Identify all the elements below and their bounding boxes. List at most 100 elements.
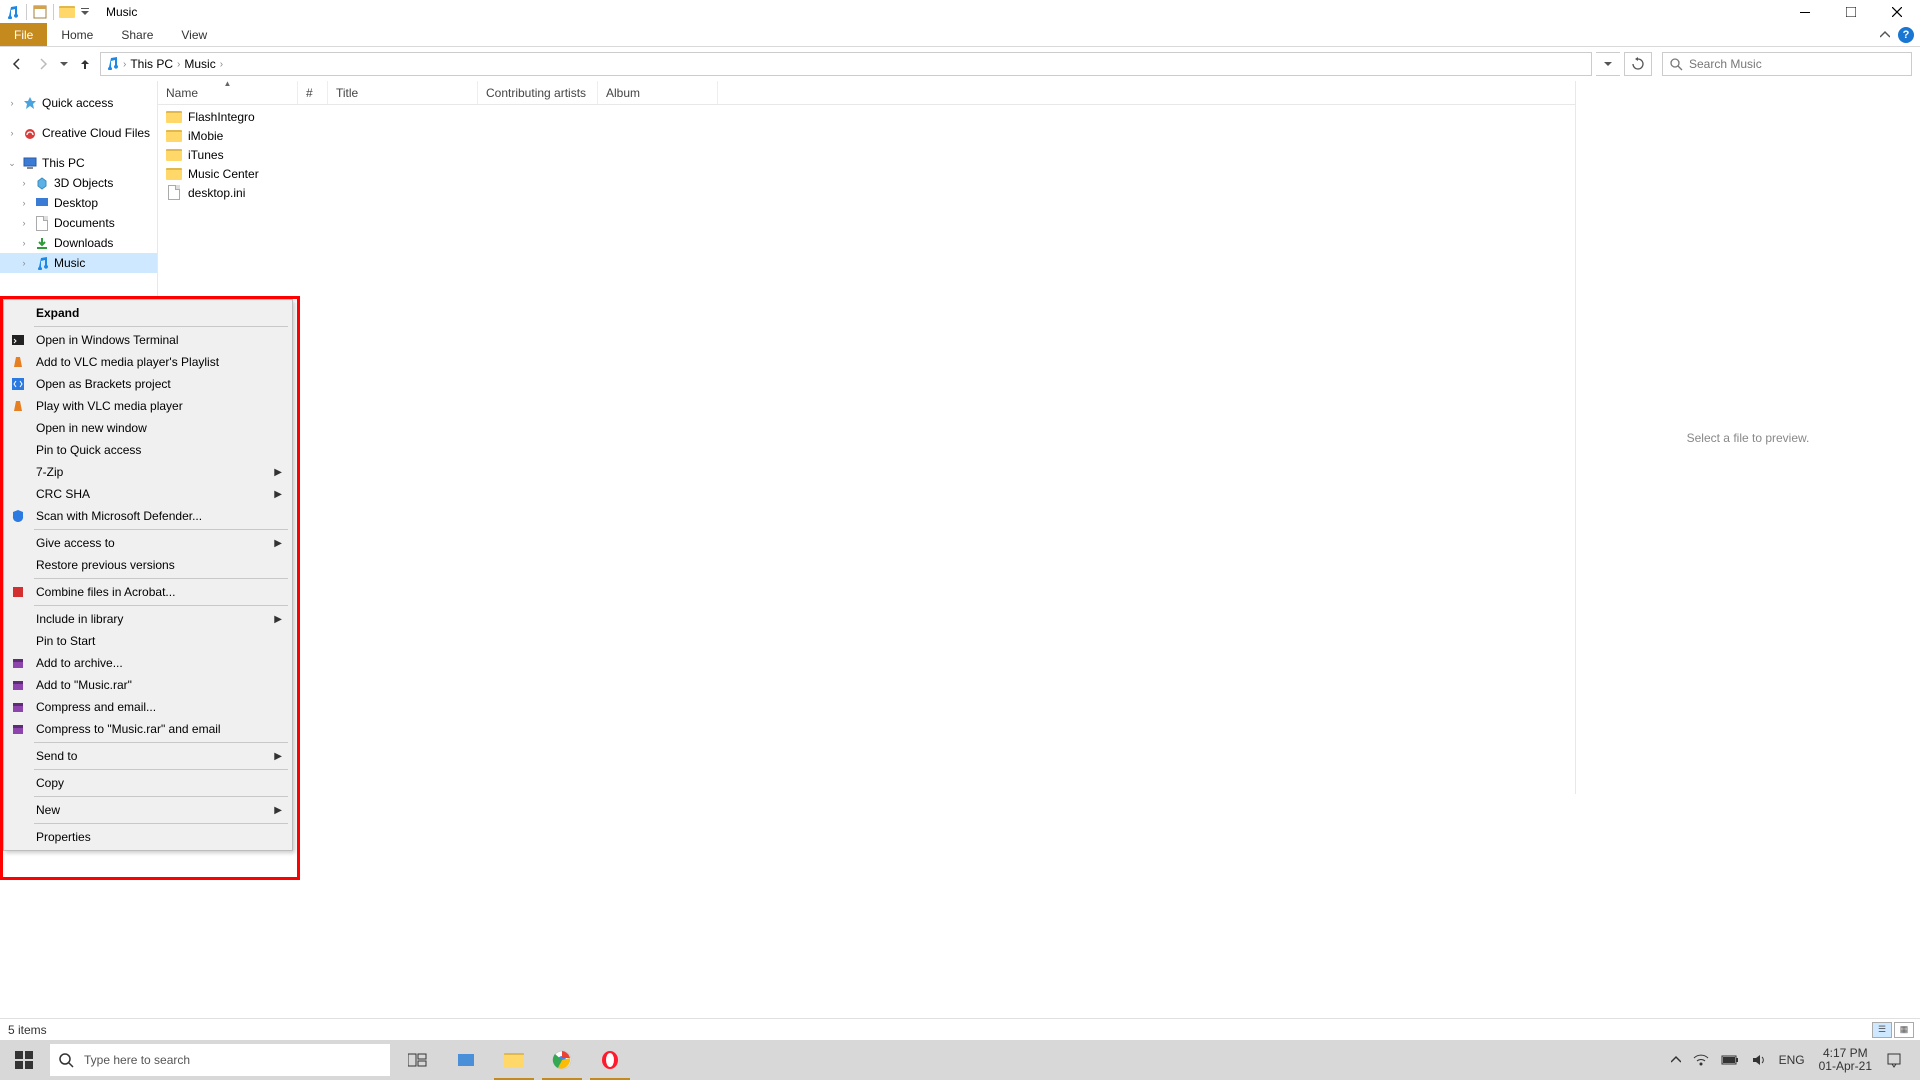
column-name[interactable]: Name▲ (158, 81, 298, 104)
cm-compress-email[interactable]: Compress and email... (6, 696, 290, 718)
tree-label: 3D Objects (54, 176, 113, 190)
chrome-taskbar-icon[interactable] (538, 1040, 586, 1080)
forward-button[interactable] (32, 53, 54, 75)
task-view-button[interactable] (394, 1040, 442, 1080)
search-box[interactable]: Search Music (1662, 52, 1912, 76)
submenu-arrow-icon: ▶ (274, 751, 282, 762)
tree-desktop[interactable]: ›Desktop (0, 193, 157, 213)
cm-add-vlc-playlist[interactable]: Add to VLC media player's Playlist (6, 351, 290, 373)
tree-3d-objects[interactable]: ›3D Objects (0, 173, 157, 193)
tab-file[interactable]: File (0, 23, 47, 46)
minimize-button[interactable] (1782, 0, 1828, 23)
cm-crc-sha[interactable]: CRC SHA▶ (6, 483, 290, 505)
file-explorer-taskbar-icon[interactable] (490, 1040, 538, 1080)
battery-icon[interactable] (1715, 1040, 1745, 1080)
cm-play-vlc[interactable]: Play with VLC media player (6, 395, 290, 417)
taskbar-icon[interactable] (442, 1040, 490, 1080)
winrar-icon (10, 721, 26, 737)
cm-pin-start[interactable]: Pin to Start (6, 630, 290, 652)
file-name: iTunes (188, 148, 224, 162)
separator (53, 4, 54, 20)
tree-label: Music (54, 256, 85, 270)
file-row[interactable]: iMobie (158, 126, 1575, 145)
tab-share[interactable]: Share (107, 23, 167, 46)
help-button[interactable]: ? (1898, 23, 1914, 47)
address-bar[interactable]: › This PC › Music › (100, 52, 1592, 76)
language-indicator[interactable]: ENG (1773, 1040, 1811, 1080)
column-album[interactable]: Album (598, 81, 718, 104)
cm-new[interactable]: New▶ (6, 799, 290, 821)
cm-open-new-window[interactable]: Open in new window (6, 417, 290, 439)
breadcrumb-music[interactable]: Music (184, 57, 215, 71)
cm-restore-versions[interactable]: Restore previous versions (6, 554, 290, 576)
folder-icon (166, 109, 182, 125)
cm-properties[interactable]: Properties (6, 826, 290, 848)
ribbon-expand-icon[interactable] (1880, 23, 1890, 47)
cm-pin-quick-access[interactable]: Pin to Quick access (6, 439, 290, 461)
refresh-button[interactable] (1624, 52, 1652, 76)
folder-icon (166, 147, 182, 163)
back-button[interactable] (6, 53, 28, 75)
up-button[interactable] (74, 53, 96, 75)
wifi-icon[interactable] (1687, 1040, 1715, 1080)
cm-add-archive[interactable]: Add to archive... (6, 652, 290, 674)
file-row[interactable]: desktop.ini (158, 183, 1575, 202)
cm-scan-defender[interactable]: Scan with Microsoft Defender... (6, 505, 290, 527)
tree-downloads[interactable]: ›Downloads (0, 233, 157, 253)
chevron-right-icon[interactable]: › (123, 59, 126, 70)
chevron-down-icon[interactable]: ⌄ (6, 158, 18, 169)
qat-folder-icon[interactable] (58, 3, 76, 21)
start-button[interactable] (0, 1040, 48, 1080)
chevron-right-icon[interactable]: › (220, 59, 223, 70)
tiles-view-button[interactable]: ▦ (1894, 1022, 1914, 1038)
file-name: iMobie (188, 129, 223, 143)
cm-combine-acrobat[interactable]: Combine files in Acrobat... (6, 581, 290, 603)
cm-expand[interactable]: Expand (6, 302, 290, 324)
address-history-dropdown[interactable] (1596, 52, 1620, 76)
tray-overflow-icon[interactable] (1665, 1040, 1687, 1080)
sort-ascending-icon: ▲ (224, 79, 232, 88)
tree-quick-access[interactable]: ›Quick access (0, 93, 157, 113)
qat-properties-icon[interactable] (31, 3, 49, 21)
tree-documents[interactable]: ›Documents (0, 213, 157, 233)
details-view-button[interactable]: ☰ (1872, 1022, 1892, 1038)
column-number[interactable]: # (298, 81, 328, 104)
show-desktop-button[interactable] (1908, 1040, 1920, 1080)
file-row[interactable]: FlashIntegro (158, 107, 1575, 126)
file-row[interactable]: iTunes (158, 145, 1575, 164)
taskbar-search[interactable]: Type here to search (50, 1044, 390, 1076)
maximize-button[interactable] (1828, 0, 1874, 23)
file-row[interactable]: Music Center (158, 164, 1575, 183)
cm-open-terminal[interactable]: Open in Windows Terminal (6, 329, 290, 351)
close-button[interactable] (1874, 0, 1920, 23)
cm-compress-music-email[interactable]: Compress to "Music.rar" and email (6, 718, 290, 740)
winrar-icon (10, 655, 26, 671)
notifications-icon[interactable] (1880, 1040, 1908, 1080)
column-title[interactable]: Title (328, 81, 478, 104)
column-artist[interactable]: Contributing artists (478, 81, 598, 104)
tree-this-pc[interactable]: ⌄This PC (0, 153, 157, 173)
cm-copy[interactable]: Copy (6, 772, 290, 794)
opera-taskbar-icon[interactable] (586, 1040, 634, 1080)
cm-give-access[interactable]: Give access to▶ (6, 532, 290, 554)
qat-dropdown-icon[interactable] (78, 3, 92, 21)
file-name: FlashIntegro (188, 110, 255, 124)
taskbar-clock[interactable]: 4:17 PM01-Apr-21 (1811, 1040, 1880, 1080)
tab-home[interactable]: Home (47, 23, 107, 46)
tree-music[interactable]: ›Music (0, 253, 157, 273)
cm-send-to[interactable]: Send to▶ (6, 745, 290, 767)
cm-7zip[interactable]: 7-Zip▶ (6, 461, 290, 483)
navigation-bar: › This PC › Music › Search Music (0, 47, 1920, 81)
tab-view[interactable]: View (167, 23, 221, 46)
breadcrumb-thispc[interactable]: This PC (130, 57, 173, 71)
file-list[interactable]: Name▲ # Title Contributing artists Album… (158, 81, 1575, 794)
item-count: 5 items (8, 1023, 47, 1037)
tree-creative-cloud[interactable]: ›Creative Cloud Files (0, 123, 157, 143)
cm-add-music-rar[interactable]: Add to "Music.rar" (6, 674, 290, 696)
volume-icon[interactable] (1745, 1040, 1773, 1080)
cm-include-library[interactable]: Include in library▶ (6, 608, 290, 630)
cm-open-brackets[interactable]: Open as Brackets project (6, 373, 290, 395)
recent-locations-dropdown[interactable] (58, 60, 70, 68)
vlc-icon (10, 398, 26, 414)
chevron-right-icon[interactable]: › (177, 59, 180, 70)
